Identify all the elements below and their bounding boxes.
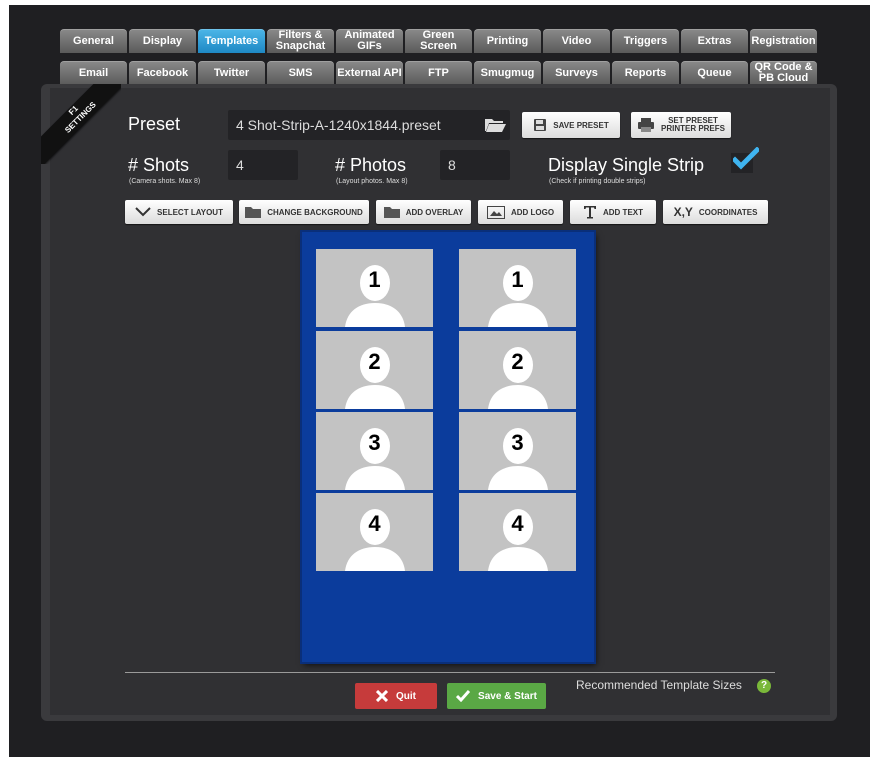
tab-registration[interactable]: Registration <box>750 29 817 53</box>
tab-reports[interactable]: Reports <box>612 61 679 85</box>
folder-icon <box>383 207 400 218</box>
photo-slot[interactable]: 2 <box>316 331 433 409</box>
quit-button[interactable]: Quit <box>355 683 437 709</box>
recommended-sizes-label: Recommended Template Sizes <box>576 678 742 692</box>
photo-slot-number: 3 <box>511 430 524 455</box>
printer-icon <box>637 118 654 132</box>
settings-ribbon: F1 SETTINGS <box>41 84 121 164</box>
tab-general[interactable]: General <box>60 29 127 53</box>
photo-slot-number: 1 <box>368 267 381 292</box>
tab-printing[interactable]: Printing <box>474 29 541 53</box>
folder-icon <box>245 207 262 218</box>
coordinates-button[interactable]: X,Y COORDINATES <box>663 200 768 224</box>
tab-templates[interactable]: Templates <box>198 29 265 53</box>
photo-slot-number: 2 <box>511 349 524 374</box>
photo-slot-number: 3 <box>368 430 381 455</box>
close-icon <box>376 690 388 702</box>
tab-email[interactable]: Email <box>60 61 127 85</box>
tab-smugmug[interactable]: Smugmug <box>474 61 541 85</box>
save-preset-button[interactable]: SAVE PRESET <box>522 112 620 138</box>
tab-triggers[interactable]: Triggers <box>612 29 679 53</box>
tab-display[interactable]: Display <box>129 29 196 53</box>
photos-value: 8 <box>448 157 456 173</box>
add-logo-button[interactable]: ADD LOGO <box>478 200 563 224</box>
chevron-down-icon <box>135 207 151 217</box>
xy-icon: X,Y <box>673 205 693 219</box>
tab-facebook[interactable]: Facebook <box>129 61 196 85</box>
help-icon[interactable]: ? <box>757 679 771 693</box>
tab-twitter[interactable]: Twitter <box>198 61 265 85</box>
save-start-button[interactable]: Save & Start <box>447 683 546 709</box>
shots-label: # Shots <box>128 155 190 175</box>
photos-hint: (Layout photos. Max 8) <box>336 178 408 185</box>
photos-input[interactable]: 8 <box>440 150 510 180</box>
photo-slot-number: 4 <box>511 511 524 536</box>
photo-slot-number: 4 <box>368 511 381 536</box>
single-strip-label: Display Single Strip <box>548 155 705 175</box>
preset-field[interactable]: 4 Shot-Strip-A-1240x1844.preset <box>228 110 510 140</box>
change-background-button[interactable]: CHANGE BACKGROUND <box>239 200 369 224</box>
photo-slot[interactable]: 1 <box>459 249 576 327</box>
template-preview[interactable]: 1 2 3 4 1 2 3 4 <box>302 232 594 662</box>
shots-hint: (Camera shots. Max 8) <box>129 178 201 185</box>
tab-filters-snapchat[interactable]: Filters & Snapchat <box>267 29 334 53</box>
tab-animated-gifs[interactable]: Animated GIFs <box>336 29 403 53</box>
image-icon <box>486 205 505 219</box>
tab-video[interactable]: Video <box>543 29 610 53</box>
checkmark-icon <box>733 147 759 170</box>
photo-slot[interactable]: 1 <box>316 249 433 327</box>
tab-external-api[interactable]: External API <box>336 61 403 85</box>
photos-label: # Photos <box>335 155 407 175</box>
set-printer-prefs-label: SET PRESET PRINTER PREFS <box>660 116 725 133</box>
select-layout-button[interactable]: SELECT LAYOUT <box>125 200 233 224</box>
tab-qr-code-pb-cloud[interactable]: QR Code & PB Cloud <box>750 61 817 85</box>
save-preset-label: SAVE PRESET <box>553 120 609 130</box>
photo-slot-number: 2 <box>368 349 381 374</box>
footer-divider <box>125 672 775 673</box>
photo-slot[interactable]: 3 <box>316 412 433 490</box>
photo-slot[interactable]: 4 <box>459 493 576 571</box>
floppy-disk-icon <box>534 119 547 131</box>
photo-slot[interactable]: 3 <box>459 412 576 490</box>
shots-value: 4 <box>236 157 244 173</box>
preset-value: 4 Shot-Strip-A-1240x1844.preset <box>236 117 441 133</box>
tab-surveys[interactable]: Surveys <box>543 61 610 85</box>
photo-slot[interactable]: 2 <box>459 331 576 409</box>
folder-open-icon[interactable] <box>484 116 506 137</box>
tab-sms[interactable]: SMS <box>267 61 334 85</box>
tab-queue[interactable]: Queue <box>681 61 748 85</box>
add-text-button[interactable]: ADD TEXT <box>570 200 656 224</box>
tab-green-screen[interactable]: Green Screen <box>405 29 472 53</box>
single-strip-checkbox[interactable] <box>731 147 759 173</box>
tab-extras[interactable]: Extras <box>681 29 748 53</box>
photo-slot-number: 1 <box>511 267 524 292</box>
photo-slot[interactable]: 4 <box>316 493 433 571</box>
single-strip-hint: (Check if printing double strips) <box>549 178 646 185</box>
add-overlay-button[interactable]: ADD OVERLAY <box>376 200 471 224</box>
set-printer-prefs-button[interactable]: SET PRESET PRINTER PREFS <box>631 112 731 138</box>
shots-input[interactable]: 4 <box>228 150 298 180</box>
tab-ftp[interactable]: FTP <box>405 61 472 85</box>
text-icon <box>584 206 596 219</box>
preset-label: Preset <box>128 114 181 134</box>
checkmark-icon <box>456 690 471 702</box>
